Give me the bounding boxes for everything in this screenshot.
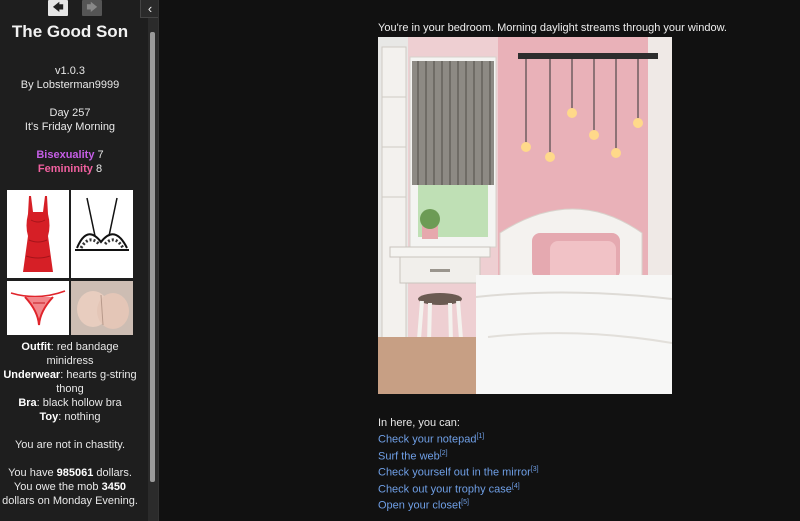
outfit-line: Outfit: red bandage minidress (0, 340, 140, 368)
stat-femininity-label: Femininity (37, 163, 93, 175)
money-have-prefix: You have (8, 467, 57, 479)
bra-value: : black hollow bra (36, 397, 122, 409)
action-shortcut: [2] (439, 450, 448, 457)
back-arrow-icon[interactable]: 🡄 (48, 0, 68, 16)
toy-value: : nothing (58, 411, 101, 423)
underwear-line: Underwear: hearts g-string thong (0, 368, 140, 396)
underwear-value: : hearts g-string thong (56, 369, 137, 395)
scrollbar-thumb[interactable] (150, 32, 155, 482)
action-mirror[interactable]: Check yourself out in the mirror[3] (378, 466, 539, 479)
underwear-label: Underwear (3, 369, 61, 381)
stat-bisexuality: Bisexuality 7 (0, 148, 140, 162)
action-label: Check out your trophy case (378, 483, 512, 496)
money-have: You have 985061 dollars. (0, 466, 140, 480)
money-owe: You owe the mob 3450 (0, 480, 140, 494)
action-label: Surf the web (378, 450, 440, 463)
forward-arrow-icon[interactable]: 🡆 (82, 0, 102, 16)
black-bra-image[interactable] (71, 190, 133, 278)
outfit-label: Outfit (21, 341, 51, 353)
toy-line: Toy: nothing (0, 410, 140, 424)
action-trophy-case[interactable]: Check out your trophy case[4] (378, 483, 520, 496)
collapse-sidebar-icon[interactable]: ‹ (140, 0, 158, 18)
action-label: Open your closet (378, 499, 462, 512)
sidebar: 🡄 🡆 The Good Son v1.0.3 By Lobsterman999… (0, 0, 159, 521)
stat-bisexuality-label: Bisexuality (36, 149, 95, 161)
sidebar-scrollbar[interactable] (148, 18, 158, 521)
action-open-closet[interactable]: Open your closet[5] (378, 499, 469, 512)
day-text: Day 257 (49, 107, 91, 119)
room-description: You're in your bedroom. Morning daylight… (378, 22, 727, 34)
toy-label: Toy (39, 411, 59, 423)
bra-label: Bra (18, 397, 37, 409)
bra-line: Bra: black hollow bra (0, 396, 140, 410)
stat-femininity-value: 8 (95, 163, 103, 175)
money-owe-due: dollars on Monday Evening. (2, 495, 138, 507)
action-label: Check your notepad (378, 433, 477, 446)
author-text: By Lobsterman9999 (20, 79, 120, 91)
red-thong-image[interactable] (7, 281, 69, 335)
action-shortcut: [4] (511, 483, 520, 490)
action-check-notepad[interactable]: Check your notepad[1] (378, 433, 484, 446)
stat-bisexuality-value: 7 (97, 149, 104, 161)
sidebar-content: 🡄 🡆 The Good Son v1.0.3 By Lobsterman999… (0, 0, 148, 521)
stat-femininity: Femininity 8 (0, 162, 140, 176)
bedroom-image (378, 37, 672, 394)
action-shortcut: [3] (530, 466, 539, 473)
action-label: Check yourself out in the mirror (378, 466, 531, 479)
action-shortcut: [1] (476, 433, 485, 440)
actions-heading: In here, you can: (378, 417, 460, 429)
outfit-value: : red bandage minidress (46, 341, 119, 367)
version-text: v1.0.3 (55, 65, 85, 77)
time-text: It's Friday Morning (24, 121, 116, 133)
red-dress-image[interactable] (7, 190, 69, 278)
money-owe-amount: 3450 (101, 481, 127, 493)
money-have-suffix: dollars. (93, 467, 132, 479)
money-owe-prefix: You owe the mob (13, 481, 102, 493)
chastity-status: You are not in chastity. (14, 439, 126, 451)
pose-image[interactable] (71, 281, 133, 335)
game-title: The Good Son (11, 22, 129, 41)
money-have-amount: 985061 (56, 467, 94, 479)
action-surf-web[interactable]: Surf the web[2] (378, 450, 448, 463)
action-shortcut: [5] (461, 499, 469, 506)
